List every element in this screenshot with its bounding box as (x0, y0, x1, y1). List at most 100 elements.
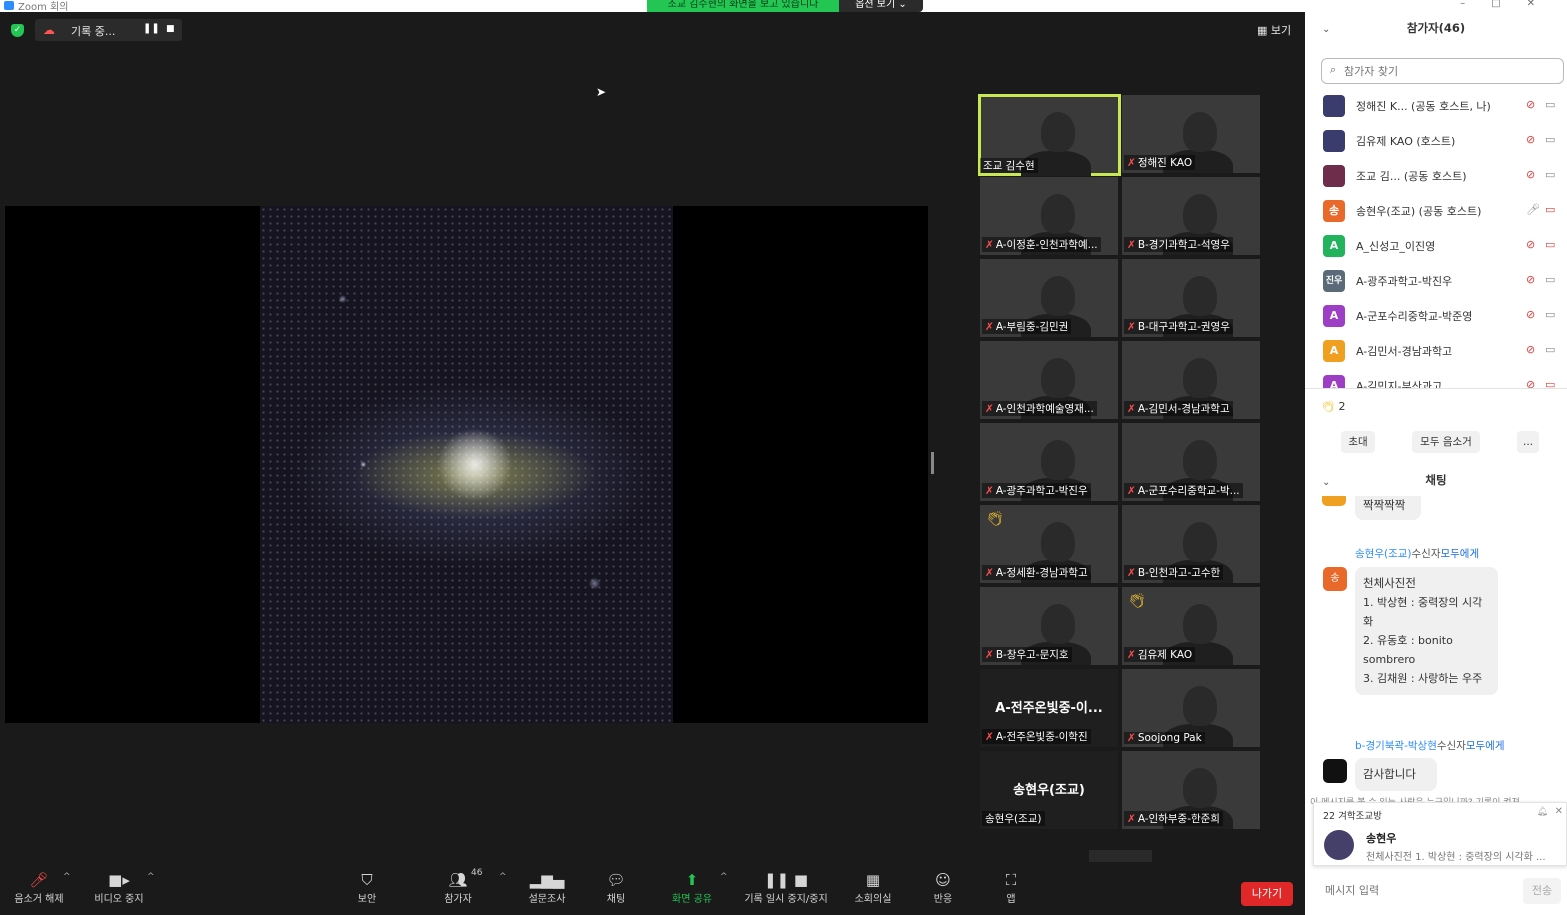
apps-button[interactable]: ⛶ 앱 (1000, 870, 1022, 905)
leave-button[interactable]: 나가기 (1241, 882, 1293, 906)
microphone-muted-icon: ✗ (985, 731, 994, 743)
participant-row[interactable]: 송 송현우(조교) (공동 호스트) 🎤︎ ▭ (1305, 197, 1567, 232)
tile-name-label: ✗ A-정세환-경남과학고 (982, 565, 1091, 580)
audio-options-chevron-icon[interactable]: ^ (63, 872, 71, 882)
more-options-button[interactable]: ... (1517, 431, 1539, 453)
breakout-rooms-button[interactable]: ▦ 소회의실 (852, 870, 894, 905)
video-tile[interactable]: ✗ 정해진 KAO (1122, 95, 1260, 173)
screen-share-banner: 조교 김수현의 화면을 보고 있습니다 (647, 0, 839, 12)
video-camera-icon: ■▸ (108, 871, 130, 889)
bar-chart-icon: ▂▆▄ (529, 871, 565, 889)
chat-avatar: 송 (1323, 567, 1347, 591)
popup-message: 천체사진전 1. 박상현 : 중력장의 시각화 ... (1366, 852, 1546, 863)
tile-name: B-대구과학고-권영우 (1137, 321, 1230, 333)
pause-recording-icon[interactable]: ❚❚ (143, 23, 160, 34)
share-screen-label: 화면 공유 (672, 894, 712, 905)
tile-name: B-인천과고-고수한 (1137, 567, 1221, 579)
participant-row[interactable]: A A-군포수리중학교-박준영 ⊘ ▭ (1305, 302, 1567, 337)
view-button[interactable]: ▦ 보기 (1257, 22, 1291, 38)
resize-handle[interactable] (931, 452, 934, 474)
participant-row[interactable]: 김유제 KAO (호스트) ⊘ ▭ (1305, 127, 1567, 162)
raised-reactions: 👏︎ 2 (1321, 400, 1345, 413)
video-tile[interactable]: ✗ A-인하부중-한준희 (1122, 751, 1260, 829)
chat-notification-popup[interactable]: 22 겨학조교방 🔔︎ ✕ 송현우 천체사진전 1. 박상현 : 중력장의 시각… (1313, 802, 1567, 866)
window-controls[interactable]: –□✕ (1460, 0, 1561, 9)
chat-sender[interactable]: b-경기북곽-박상현 (1355, 740, 1437, 752)
participant-search[interactable]: ⌕ (1321, 58, 1564, 84)
video-tile[interactable]: 송현우(조교) 송현우(조교) (980, 751, 1118, 829)
video-tile[interactable]: 👏︎ ✗ 김유제 KAO (1122, 587, 1260, 665)
participant-row[interactable]: A A-김민서-경남과학고 ⊘ ▭ (1305, 337, 1567, 372)
microphone-muted-icon: ✗ (985, 567, 994, 579)
participants-options-chevron-icon[interactable]: ^ (499, 872, 507, 882)
participant-row[interactable]: A A-김민지-부산과고 ⊘ ▭ (1305, 372, 1567, 388)
security-button[interactable]: ⛉ 보안 (352, 870, 382, 905)
microphone-muted-icon: ✗ (1127, 813, 1136, 825)
participant-face (1182, 768, 1217, 809)
video-tile[interactable]: 조교 김수현 (978, 94, 1121, 176)
tile-name-label: ✗ 정해진 KAO (1124, 155, 1196, 170)
record-pause-stop-button[interactable]: ❚❚ ■ 기록 일시 중지/중지 (740, 870, 832, 905)
participants-panel-title: 참가자(46) (1406, 21, 1466, 35)
video-tile[interactable]: ✗ A-이정훈-인천과학예... (980, 177, 1118, 255)
stop-video-button[interactable]: ■▸ 비디오 중지 (90, 870, 148, 905)
participant-name: A-김민지-부산과고 (1356, 380, 1443, 388)
mute-all-button[interactable]: 모두 음소거 (1412, 431, 1480, 453)
tile-name-label: ✗ 김유제 KAO (1124, 647, 1196, 662)
security-shield-icon[interactable]: ✓ (11, 24, 24, 37)
tile-name: Soojong Pak (1137, 732, 1202, 744)
video-options-chevron-icon[interactable]: ^ (147, 872, 155, 882)
video-camera-icon: ▭ (1545, 98, 1556, 111)
message-input[interactable] (1313, 870, 1523, 910)
participant-search-input[interactable] (1344, 62, 1554, 80)
video-tile[interactable]: ✗ A-군포수리중학교-박... (1122, 423, 1260, 501)
stop-recording-icon[interactable]: ■ (166, 24, 175, 34)
unmute-button[interactable]: 🎤︎ 음소거 해제 (10, 870, 68, 905)
participant-face (1182, 604, 1217, 645)
video-tile[interactable]: ✗ B-창우고-문지호 (980, 587, 1118, 665)
participant-row[interactable]: A A_신성고_이진영 ⊘ ▭ (1305, 232, 1567, 267)
bell-icon[interactable]: 🔔︎ (1537, 807, 1548, 817)
participant-row[interactable]: 진우 A-광주과학고-박진우 ⊘ ▭ (1305, 267, 1567, 302)
video-tile[interactable]: ✗ B-인천과고-고수한 (1122, 505, 1260, 583)
video-camera-icon: ▭ (1545, 168, 1556, 181)
chat-button[interactable]: 💬︎ 채팅 (603, 870, 629, 905)
microphone-muted-icon: ⊘ (1526, 273, 1536, 286)
video-tile[interactable]: ✗ A-인천과학예술영재... (980, 341, 1118, 419)
video-tile[interactable]: ✗ Soojong Pak (1122, 669, 1260, 747)
tile-name: A-군포수리중학교-박... (1137, 485, 1240, 497)
invite-button[interactable]: 초대 (1341, 431, 1375, 453)
participant-row[interactable]: 정해진 K... (공동 호스트, 나) ⊘ ▭ (1305, 92, 1567, 127)
video-camera-icon: ▭ (1545, 133, 1556, 146)
polls-button[interactable]: ▂▆▄ 설문조사 (525, 870, 569, 905)
reactions-button[interactable]: ☺ 반응 (930, 870, 956, 905)
chat-recipient[interactable]: 모두에게 (1440, 548, 1479, 560)
tile-name: 정해진 KAO (1137, 157, 1193, 169)
participant-face (1040, 440, 1075, 481)
chat-sender[interactable]: 송현우(조교) (1355, 548, 1412, 560)
video-tile[interactable]: ✗ B-경기과학고-석영우 (1122, 177, 1260, 255)
shared-screen (5, 206, 928, 723)
participant-face (1040, 604, 1075, 645)
video-tile[interactable]: ✗ A-김민서-경남과학고 (1122, 341, 1260, 419)
chat-recipient[interactable]: 모두에게 (1466, 740, 1505, 752)
video-tile[interactable]: ✗ A-광주과학고-박진우 (980, 423, 1118, 501)
video-tile[interactable]: ✗ A-부림중-김민권 (980, 259, 1118, 337)
polls-label: 설문조사 (528, 894, 566, 905)
participant-row[interactable]: 조교 김... (공동 호스트) ⊘ ▭ (1305, 162, 1567, 197)
share-options-chevron-icon[interactable]: ^ (720, 872, 728, 882)
view-options-button[interactable]: 옵션 보기 ⌄ (839, 0, 923, 12)
tile-name-label: ✗ A-인하부중-한준희 (1124, 811, 1223, 826)
tile-name-label: 송현우(조교) (982, 811, 1045, 826)
chat-message-line: 1. 박상현 : 중력장의 시각화 (1363, 596, 1483, 628)
video-tile[interactable]: ✗ B-대구과학고-권영우 (1122, 259, 1260, 337)
participant-avatar: 송 (1323, 200, 1345, 222)
tile-name-label: ✗ A-이정훈-인천과학예... (982, 237, 1101, 252)
send-button[interactable]: 전송 (1523, 878, 1561, 904)
video-tile[interactable]: A-전주온빛중-이... ✗ A-전주온빛중-이학진 (980, 669, 1118, 747)
close-icon[interactable]: ✕ (1555, 806, 1563, 817)
participant-avatar: 진우 (1323, 270, 1345, 292)
share-screen-button[interactable]: ⬆ 화면 공유 (668, 870, 716, 905)
video-tile[interactable]: 👏︎ ✗ A-정세환-경남과학고 (980, 505, 1118, 583)
record-pause-stop-label: 기록 일시 중지/중지 (744, 894, 828, 905)
